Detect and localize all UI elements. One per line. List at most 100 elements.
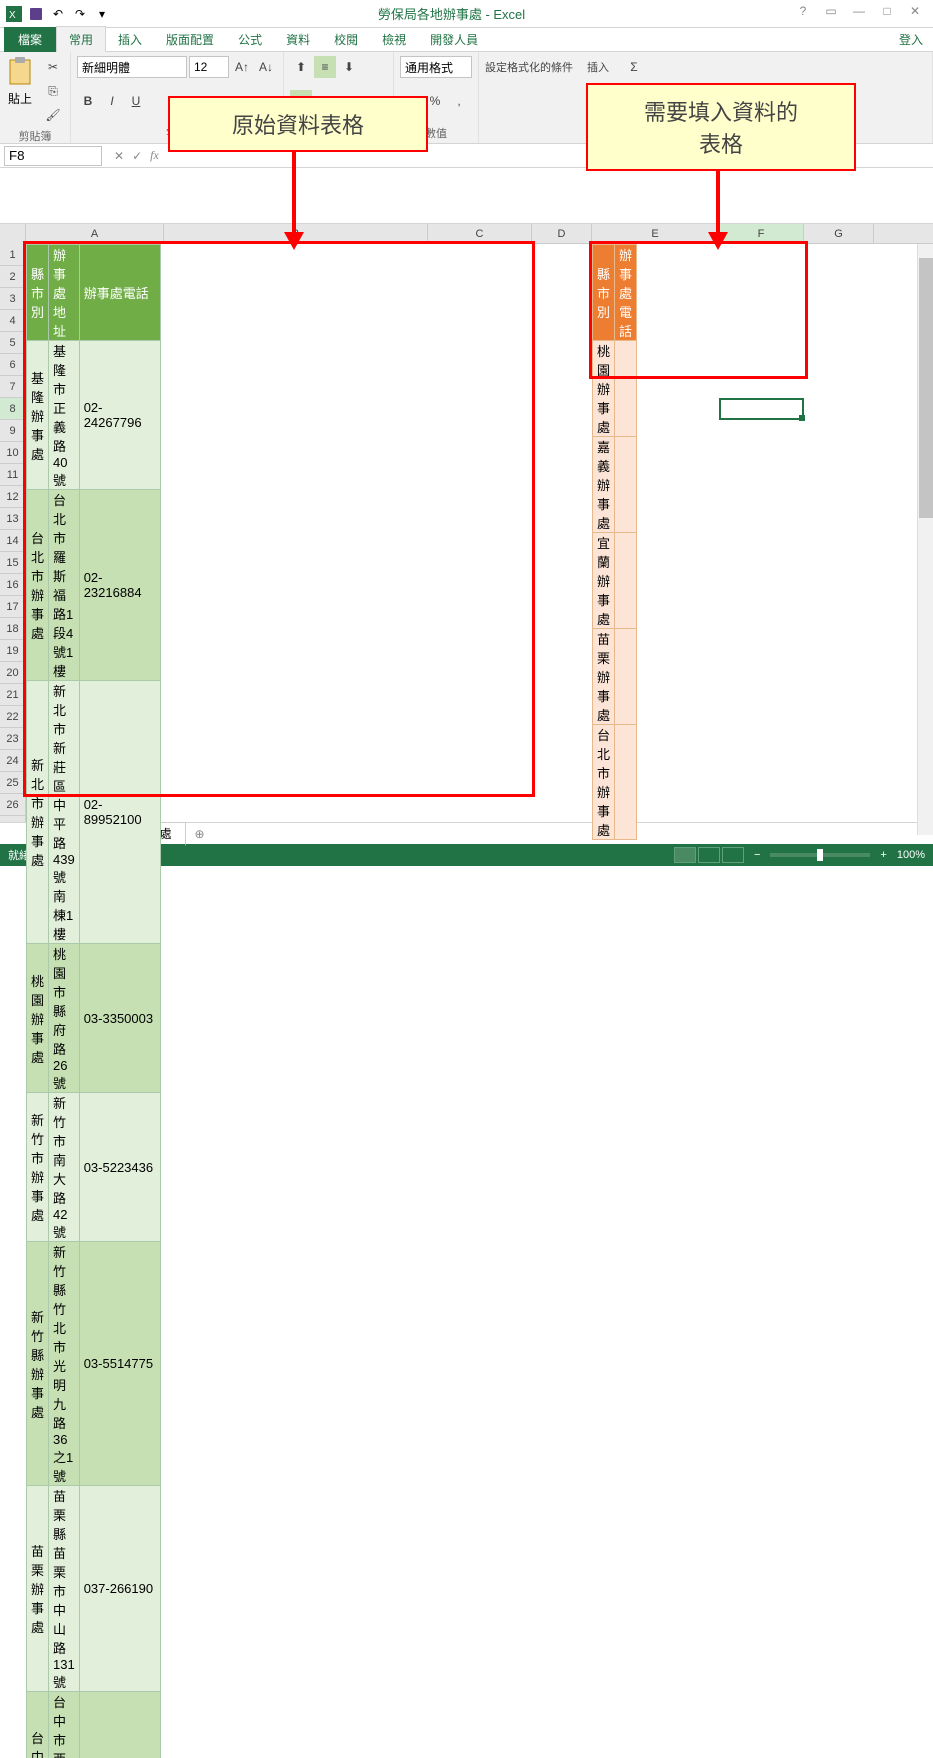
col-header-G[interactable]: G bbox=[804, 224, 874, 243]
copy-icon[interactable]: ⎘ bbox=[42, 80, 64, 102]
increase-font-icon[interactable]: A↑ bbox=[231, 56, 253, 78]
row-header-20[interactable]: 20 bbox=[0, 662, 25, 684]
target-cell[interactable] bbox=[615, 725, 637, 840]
row-headers[interactable]: 1234567891011121314151617181920212223242… bbox=[0, 224, 26, 822]
minimize-icon[interactable]: — bbox=[847, 4, 871, 24]
zoom-out-button[interactable]: − bbox=[754, 849, 760, 861]
source-cell[interactable]: 新竹縣辦事處 bbox=[27, 1242, 49, 1486]
developer-tab[interactable]: 開發人員 bbox=[418, 27, 490, 52]
row-header-26[interactable]: 26 bbox=[0, 794, 25, 816]
fill-handle[interactable] bbox=[799, 415, 805, 421]
source-cell[interactable]: 桃園市縣府路26號 bbox=[49, 944, 80, 1093]
source-cell[interactable]: 04-22216711 bbox=[79, 1692, 161, 1758]
font-size-select[interactable] bbox=[189, 56, 229, 78]
row-header-10[interactable]: 10 bbox=[0, 442, 25, 464]
col-header-C[interactable]: C bbox=[428, 224, 532, 243]
source-cell[interactable]: 新竹市南大路42號 bbox=[49, 1093, 80, 1242]
bold-button[interactable]: B bbox=[77, 90, 99, 112]
source-cell[interactable]: 02-24267796 bbox=[79, 341, 161, 490]
source-cell[interactable]: 基隆辦事處 bbox=[27, 341, 49, 490]
source-cell[interactable]: 新竹縣竹北市光明九路36之1號 bbox=[49, 1242, 80, 1486]
row-header-23[interactable]: 23 bbox=[0, 728, 25, 750]
col-header-A[interactable]: A bbox=[26, 224, 164, 243]
row-header-14[interactable]: 14 bbox=[0, 530, 25, 552]
zoom-value[interactable]: 100% bbox=[897, 849, 925, 861]
row-header-24[interactable]: 24 bbox=[0, 750, 25, 772]
source-header[interactable]: 縣市別 bbox=[27, 245, 49, 341]
help-icon[interactable]: ? bbox=[791, 4, 815, 24]
align-middle-icon[interactable]: ≡ bbox=[314, 56, 336, 78]
target-cell[interactable]: 台北市辦事處 bbox=[593, 725, 615, 840]
target-header[interactable]: 縣市別 bbox=[593, 245, 615, 341]
row-header-8[interactable]: 8 bbox=[0, 398, 25, 420]
source-cell[interactable]: 新北市新莊區中平路439號南棟1樓 bbox=[49, 681, 80, 944]
cancel-formula-icon[interactable]: ✕ bbox=[114, 149, 124, 163]
target-cell[interactable] bbox=[615, 437, 637, 533]
source-cell[interactable]: 基隆市正義路40號 bbox=[49, 341, 80, 490]
normal-view-icon[interactable] bbox=[674, 847, 696, 863]
row-header-21[interactable]: 21 bbox=[0, 684, 25, 706]
zoom-slider[interactable] bbox=[770, 853, 870, 857]
row-header-25[interactable]: 25 bbox=[0, 772, 25, 794]
target-header[interactable]: 辦事處電話 bbox=[615, 245, 637, 341]
col-header-D[interactable]: D bbox=[532, 224, 592, 243]
target-cell[interactable]: 嘉義辦事處 bbox=[593, 437, 615, 533]
source-cell[interactable]: 新竹市辦事處 bbox=[27, 1093, 49, 1242]
spreadsheet-grid[interactable]: ABCDEFG 12345678910111213141516171819202… bbox=[0, 224, 933, 822]
redo-icon[interactable]: ↷ bbox=[70, 4, 90, 24]
name-box[interactable] bbox=[4, 146, 102, 166]
home-tab[interactable]: 常用 bbox=[56, 26, 106, 53]
row-header-5[interactable]: 5 bbox=[0, 332, 25, 354]
add-sheet-button[interactable]: ⊕ bbox=[194, 827, 204, 841]
view-tab[interactable]: 檢視 bbox=[370, 27, 418, 52]
source-cell[interactable]: 03-3350003 bbox=[79, 944, 161, 1093]
review-tab[interactable]: 校閱 bbox=[322, 27, 370, 52]
source-cell[interactable]: 037-266190 bbox=[79, 1486, 161, 1692]
insert-cells-button[interactable]: 插入 bbox=[587, 59, 609, 75]
align-top-icon[interactable]: ⬆ bbox=[290, 56, 312, 78]
source-cell[interactable]: 新北市辦事處 bbox=[27, 681, 49, 944]
source-cell[interactable]: 台中市辦事處 bbox=[27, 1692, 49, 1758]
target-cell[interactable] bbox=[615, 629, 637, 725]
row-header-22[interactable]: 22 bbox=[0, 706, 25, 728]
column-headers[interactable]: ABCDEFG bbox=[26, 224, 933, 244]
row-header-1[interactable]: 1 bbox=[0, 244, 25, 266]
number-format-select[interactable] bbox=[400, 56, 472, 78]
qat-dropdown-icon[interactable]: ▾ bbox=[92, 4, 112, 24]
source-cell[interactable]: 苗栗辦事處 bbox=[27, 1486, 49, 1692]
page-layout-view-icon[interactable] bbox=[698, 847, 720, 863]
source-cell[interactable]: 苗栗縣苗栗市中山路131號 bbox=[49, 1486, 80, 1692]
row-header-13[interactable]: 13 bbox=[0, 508, 25, 530]
layout-tab[interactable]: 版面配置 bbox=[154, 27, 226, 52]
source-table[interactable]: 縣市別辦事處地址辦事處電話基隆辦事處基隆市正義路40號02-24267796台北… bbox=[26, 244, 161, 1758]
excel-icon[interactable]: X bbox=[4, 4, 24, 24]
row-header-16[interactable]: 16 bbox=[0, 574, 25, 596]
col-header-F[interactable]: F bbox=[719, 224, 804, 243]
italic-button[interactable]: I bbox=[101, 90, 123, 112]
font-name-select[interactable] bbox=[77, 56, 187, 78]
source-header[interactable]: 辦事處地址 bbox=[49, 245, 80, 341]
source-cell[interactable]: 02-23216884 bbox=[79, 490, 161, 681]
source-cell[interactable]: 03-5223436 bbox=[79, 1093, 161, 1242]
page-break-view-icon[interactable] bbox=[722, 847, 744, 863]
underline-button[interactable]: U bbox=[125, 90, 147, 112]
file-tab[interactable]: 檔案 bbox=[4, 27, 56, 52]
source-cell[interactable]: 台北市羅斯福路1段4號1樓 bbox=[49, 490, 80, 681]
row-header-15[interactable]: 15 bbox=[0, 552, 25, 574]
enter-formula-icon[interactable]: ✓ bbox=[132, 149, 142, 163]
target-cell[interactable]: 宜蘭辦事處 bbox=[593, 533, 615, 629]
target-cell[interactable] bbox=[615, 533, 637, 629]
ribbon-options-icon[interactable]: ▭ bbox=[819, 4, 843, 24]
target-cell[interactable]: 桃園辦事處 bbox=[593, 341, 615, 437]
decrease-font-icon[interactable]: A↓ bbox=[255, 56, 277, 78]
align-bottom-icon[interactable]: ⬇ bbox=[338, 56, 360, 78]
row-header-3[interactable]: 3 bbox=[0, 288, 25, 310]
insert-tab[interactable]: 插入 bbox=[106, 27, 154, 52]
source-cell[interactable]: 03-5514775 bbox=[79, 1242, 161, 1486]
row-header-17[interactable]: 17 bbox=[0, 596, 25, 618]
formulas-tab[interactable]: 公式 bbox=[226, 27, 274, 52]
signin-link[interactable]: 登入 bbox=[899, 31, 933, 48]
save-icon[interactable] bbox=[26, 4, 46, 24]
target-table[interactable]: 縣市別辦事處電話桃園辦事處嘉義辦事處宜蘭辦事處苗栗辦事處台北市辦事處 bbox=[592, 244, 637, 840]
scrollbar-thumb[interactable] bbox=[919, 258, 933, 518]
